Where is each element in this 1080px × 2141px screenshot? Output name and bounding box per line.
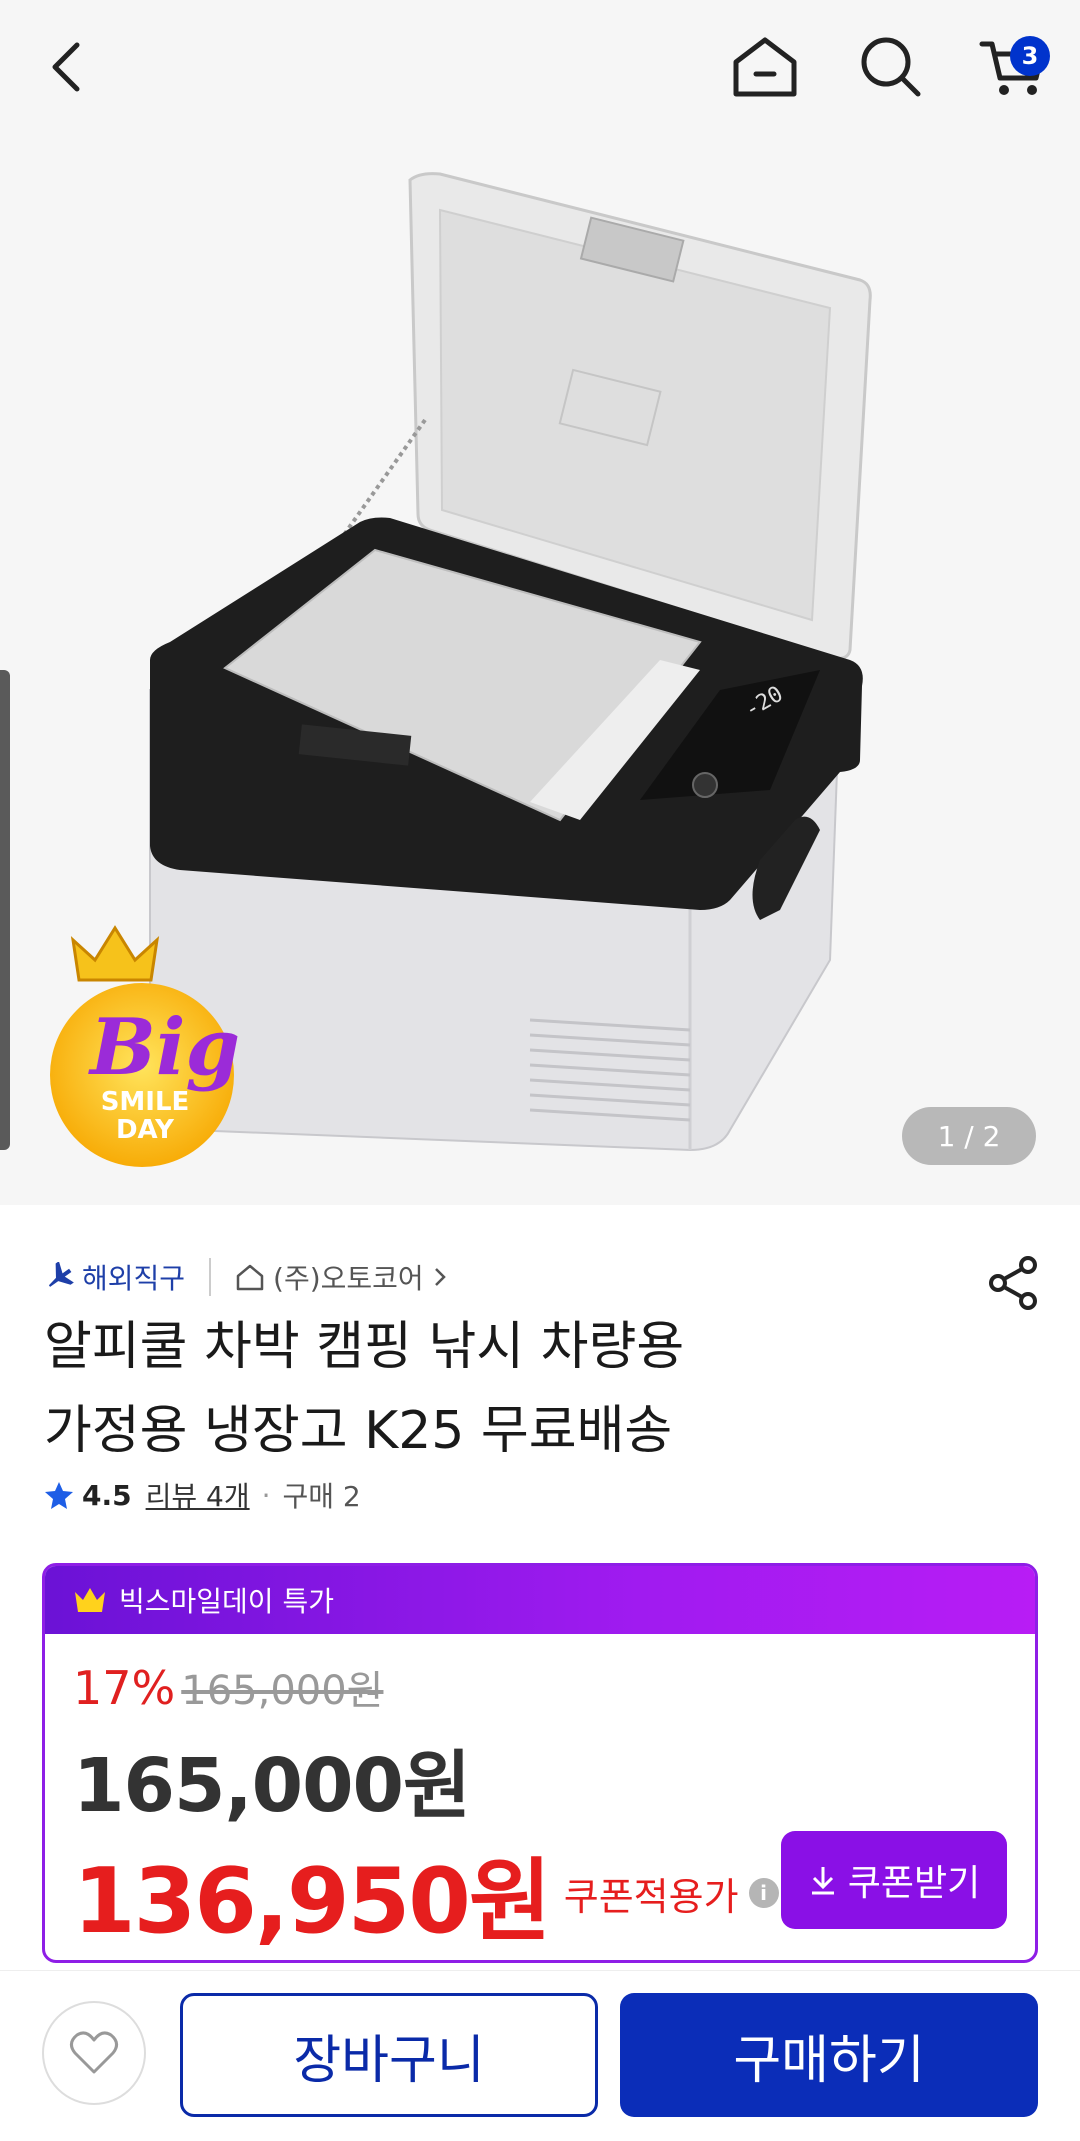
product-image-gallery[interactable]: -20 Big SMILE DAY 1 / 2 xyxy=(0,130,1080,1205)
get-coupon-button[interactable]: 쿠폰받기 xyxy=(781,1831,1007,1929)
product-meta-row: 해외직구 (주)오토코어 xyxy=(44,1255,448,1299)
heart-icon xyxy=(70,2031,118,2074)
event-banner: 빅스마일데이 특가 xyxy=(45,1566,1035,1634)
badge-smile-text: SMILE xyxy=(100,1087,190,1117)
bottom-action-bar: 장바구니 구매하기 xyxy=(0,1970,1080,2141)
add-to-cart-button[interactable]: 장바구니 xyxy=(180,1993,598,2117)
coupon-applied-price: 136,950원 xyxy=(73,1849,552,1954)
home-icon xyxy=(733,37,797,97)
buy-now-button[interactable]: 구매하기 xyxy=(620,1993,1038,2117)
discount-row: 17% 165,000원 xyxy=(73,1658,383,1716)
discount-rate: 17% xyxy=(73,1661,176,1715)
get-coupon-label: 쿠폰받기 xyxy=(847,1863,981,1904)
search-icon xyxy=(861,37,921,97)
store-name: (주)오토코어 xyxy=(273,1262,424,1295)
overseas-direct-tag[interactable]: 해외직구 xyxy=(44,1257,185,1297)
coupon-applied-label: 쿠폰적용가 xyxy=(563,1874,739,1919)
event-label: 빅스마일데이 특가 xyxy=(119,1585,334,1618)
wishlist-button[interactable] xyxy=(42,2001,146,2105)
home-button[interactable] xyxy=(720,22,810,112)
review-link[interactable]: 리뷰 4개 xyxy=(146,1475,250,1515)
rating-row: 4.5 리뷰 4개 · 구매 2 xyxy=(44,1475,361,1515)
final-price-row: 136,950원 쿠폰적용가 i xyxy=(73,1828,779,1958)
badge-big-text: Big xyxy=(89,1002,241,1093)
search-button[interactable] xyxy=(846,22,936,112)
store-home-icon xyxy=(236,1264,264,1291)
product-title-line1: 알피쿨 차박 캠핑 낚시 차량용 xyxy=(44,1317,685,1377)
share-icon xyxy=(989,1256,1037,1310)
airplane-icon xyxy=(48,1262,74,1287)
chevron-left-icon xyxy=(52,42,80,92)
top-nav-bar: 3 xyxy=(0,0,1080,130)
share-button[interactable] xyxy=(984,1253,1044,1313)
image-counter: 1 / 2 xyxy=(902,1107,1036,1165)
chevron-right-icon xyxy=(434,1268,446,1286)
price-box: 빅스마일데이 특가 17% 165,000원 165,000원 136,950원… xyxy=(42,1563,1038,1963)
crown-icon xyxy=(75,1588,105,1612)
info-icon[interactable]: i xyxy=(748,1878,779,1908)
rating-dot-separator: · xyxy=(261,1478,271,1512)
original-price: 165,000원 xyxy=(181,1668,384,1714)
cart-button[interactable]: 3 xyxy=(968,22,1058,112)
meta-divider xyxy=(209,1258,212,1296)
product-title: 알피쿨 차박 캠핑 낚시 차량용 가정용 냉장고 K25 무료배송 xyxy=(44,1305,944,1473)
back-button[interactable] xyxy=(20,22,110,112)
rating-score: 4.5 xyxy=(82,1478,132,1512)
badge-day-text: DAY xyxy=(115,1115,175,1145)
star-icon xyxy=(45,1482,73,1509)
cart-count-badge: 3 xyxy=(1010,36,1050,76)
purchase-count: 구매 2 xyxy=(282,1480,361,1513)
overseas-label: 해외직구 xyxy=(82,1262,186,1295)
big-smile-day-badge: Big SMILE DAY xyxy=(30,910,260,1170)
product-title-line2: 가정용 냉장고 K25 무료배송 xyxy=(44,1401,673,1461)
download-icon xyxy=(811,1867,834,1895)
sale-price: 165,000원 xyxy=(73,1743,471,1829)
store-link[interactable]: (주)오토코어 xyxy=(235,1257,448,1297)
